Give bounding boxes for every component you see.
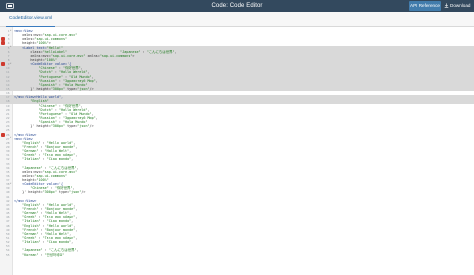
- tab-codeeditor-view-xml[interactable]: CodeEditor.view.xml: [6, 12, 56, 27]
- code-line[interactable]: 55 "Korean" : "안녕하세요": [0, 253, 474, 257]
- window-title: Code: Code Editor: [211, 3, 263, 9]
- api-reference-button[interactable]: API Reference: [409, 1, 441, 11]
- download-button[interactable]: Download: [444, 1, 473, 11]
- file-tab-bar: CodeEditor.view.xml: [0, 12, 474, 27]
- line-number: 55: [6, 252, 10, 257]
- code-lines[interactable]: 1 ▾ <mvc:View 2 xmlns:mvc="sap.ui.core.mvc"…: [0, 29, 474, 257]
- title-bar: Code: Code Editor API Reference Download: [0, 0, 474, 12]
- fold-toggle-icon[interactable]: ▾: [10, 46, 12, 49]
- fold-toggle-icon[interactable]: ▾: [10, 29, 12, 32]
- fold-toggle-icon[interactable]: ▾: [10, 137, 12, 140]
- download-icon: [444, 3, 449, 8]
- fold-toggle-icon[interactable]: ▾: [10, 182, 12, 185]
- code-editor[interactable]: 1 ▾ <mvc:View 2 xmlns:mvc="sap.ui.core.mvc"…: [0, 27, 474, 275]
- download-label: Download: [450, 3, 471, 8]
- fold-toggle-icon[interactable]: ▾: [10, 62, 12, 65]
- code-text: "Korean" : "안녕하세요": [22, 252, 65, 257]
